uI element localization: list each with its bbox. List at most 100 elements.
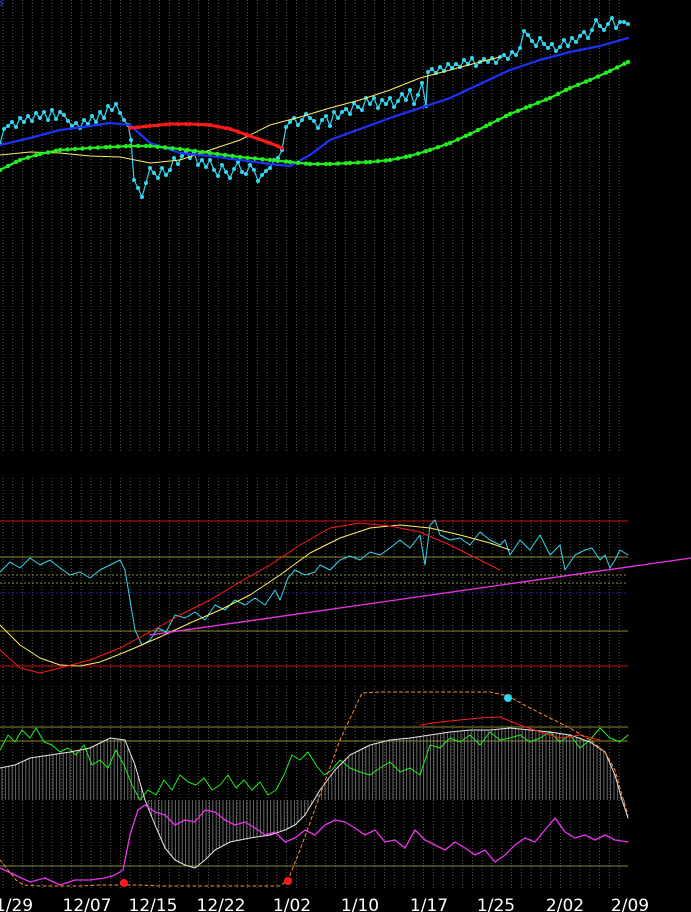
series-point [37, 151, 43, 157]
series-point [535, 100, 541, 106]
series-point [495, 117, 501, 123]
signal-marker [504, 694, 512, 702]
series-point [522, 29, 526, 33]
series-point [610, 16, 614, 20]
series-point [308, 116, 312, 120]
series-point [510, 50, 514, 54]
series-point [566, 44, 570, 48]
series-point [264, 169, 268, 173]
series-slow_ma [0, 60, 630, 172]
series-point [598, 24, 602, 28]
series-point [567, 85, 573, 91]
series-point [216, 174, 220, 178]
series-point [128, 126, 132, 130]
series-point [232, 167, 236, 171]
series-point [148, 124, 152, 128]
series-point [340, 110, 344, 114]
series-point [14, 125, 18, 129]
series-point [168, 122, 172, 126]
series-point [148, 166, 152, 170]
stock-chart: 1/29 12/07 12/15 12/22 1/02 1/10 1/17 1/25 2/02 2… [0, 0, 691, 912]
series-point [363, 160, 369, 165]
series-point [127, 143, 133, 149]
series-point [423, 149, 429, 154]
series-point [122, 118, 126, 122]
series-point [156, 123, 160, 128]
series-point [420, 81, 424, 85]
series-point [427, 147, 433, 153]
series-point [212, 168, 216, 172]
x-tick-label: 1/29 [0, 896, 33, 912]
series-point [368, 102, 372, 106]
series-point [184, 122, 188, 126]
series-point [554, 49, 558, 53]
series-point [30, 119, 34, 123]
series-point [168, 168, 172, 172]
series-point [622, 20, 626, 24]
series-point [372, 96, 376, 100]
series-point [17, 157, 23, 163]
series-point [144, 124, 148, 129]
series-point [144, 181, 148, 185]
series-point [387, 157, 393, 163]
series-magenta [0, 804, 629, 886]
series-point [244, 132, 248, 137]
series-point [607, 68, 613, 74]
series-point [415, 151, 421, 156]
x-axis: 1/29 12/07 12/15 12/22 1/02 1/10 1/17 1/25 2/02 2… [0, 896, 649, 912]
series-point [323, 161, 329, 167]
series-point [348, 112, 352, 116]
corner-label: 5 [0, 0, 4, 9]
series-point [248, 163, 252, 167]
series-point [595, 74, 601, 79]
series-point [602, 28, 606, 32]
series-point [177, 146, 183, 152]
series-point [80, 146, 85, 151]
series-point [416, 93, 420, 97]
x-tick-label: 12/15 [129, 896, 178, 912]
series-point [284, 125, 288, 129]
x-tick-label: 1/10 [341, 896, 379, 912]
series-point [507, 111, 513, 117]
series-point [33, 153, 39, 158]
series-point [228, 127, 232, 131]
series-point [136, 125, 140, 130]
series-point [204, 165, 208, 169]
series-point [82, 118, 86, 122]
series-point [18, 116, 22, 120]
series-point [375, 159, 381, 164]
series-price [0, 17, 629, 198]
signal-marker [284, 877, 292, 885]
series-point [268, 141, 272, 145]
series-point [550, 42, 554, 46]
series-point [196, 163, 200, 167]
series-point [58, 110, 62, 114]
series-point [256, 179, 260, 183]
series-point [336, 116, 340, 120]
series-point [156, 176, 160, 180]
series-point [65, 147, 70, 152]
series-point [356, 105, 360, 109]
series-point [208, 158, 212, 162]
series-point [355, 160, 361, 165]
series-point [625, 59, 631, 65]
series-point [446, 62, 450, 66]
series-point [196, 122, 200, 127]
series-arc [0, 522, 501, 674]
series-point [136, 186, 140, 190]
series-point [110, 108, 114, 112]
series-point [140, 195, 144, 199]
series-point [463, 133, 469, 138]
series-point [276, 144, 280, 149]
series-point [430, 67, 434, 71]
x-tick-label: 12/22 [197, 896, 246, 912]
series-point [408, 88, 412, 92]
series-point [515, 108, 521, 114]
series-point [260, 173, 264, 177]
series-point [514, 53, 518, 57]
series-point [42, 110, 46, 114]
series-point [228, 176, 232, 180]
series-point [455, 137, 461, 142]
series-point [467, 131, 473, 137]
series-point [34, 111, 38, 115]
